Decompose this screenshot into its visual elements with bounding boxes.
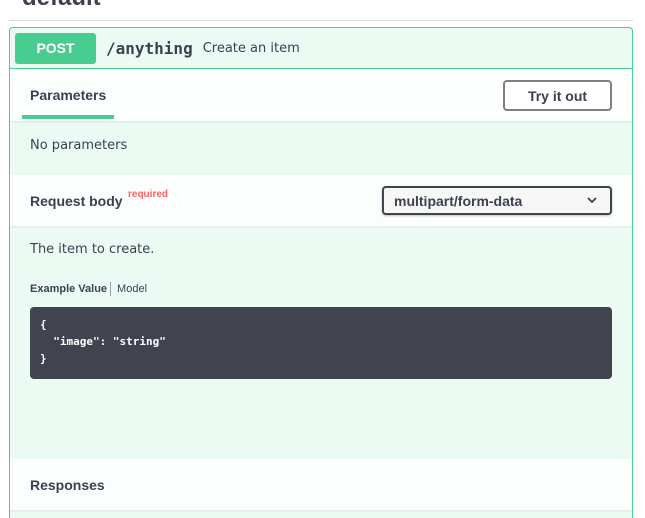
- operation-path: /anything: [106, 38, 193, 58]
- no-parameters-text: No parameters: [30, 138, 128, 153]
- try-it-out-button[interactable]: Try it out: [503, 80, 612, 111]
- responses-header: Responses: [10, 459, 632, 510]
- tab-divider: [110, 282, 112, 296]
- tab-active-indicator: [22, 115, 114, 119]
- operation-summary[interactable]: POST /anything Create an item: [10, 28, 632, 69]
- request-body-description: The item to create.: [30, 242, 155, 257]
- responses-title: Responses: [30, 477, 105, 493]
- tab-parameters[interactable]: Parameters: [30, 87, 106, 103]
- content-type-value: multipart/form-data: [394, 193, 523, 209]
- parameters-header: Parameters Try it out: [10, 70, 632, 121]
- operation-summary-text: Create an item: [202, 40, 300, 56]
- example-model-tabs: Example Value Model: [30, 282, 147, 296]
- request-body-title: Request body: [30, 193, 123, 209]
- required-badge: required: [128, 189, 169, 200]
- tab-model[interactable]: Model: [117, 283, 147, 295]
- operation-block-post: POST /anything Create an item Parameters…: [9, 27, 633, 518]
- request-body-header: Request body required multipart/form-dat…: [10, 175, 632, 226]
- chevron-down-icon: [586, 194, 598, 209]
- section-title[interactable]: default: [22, 0, 101, 12]
- example-code-block[interactable]: { "image": "string" }: [30, 307, 612, 379]
- content-type-select[interactable]: multipart/form-data: [382, 186, 612, 215]
- tab-example-value[interactable]: Example Value: [30, 283, 107, 295]
- section-divider: [9, 20, 633, 21]
- method-badge: POST: [15, 32, 96, 64]
